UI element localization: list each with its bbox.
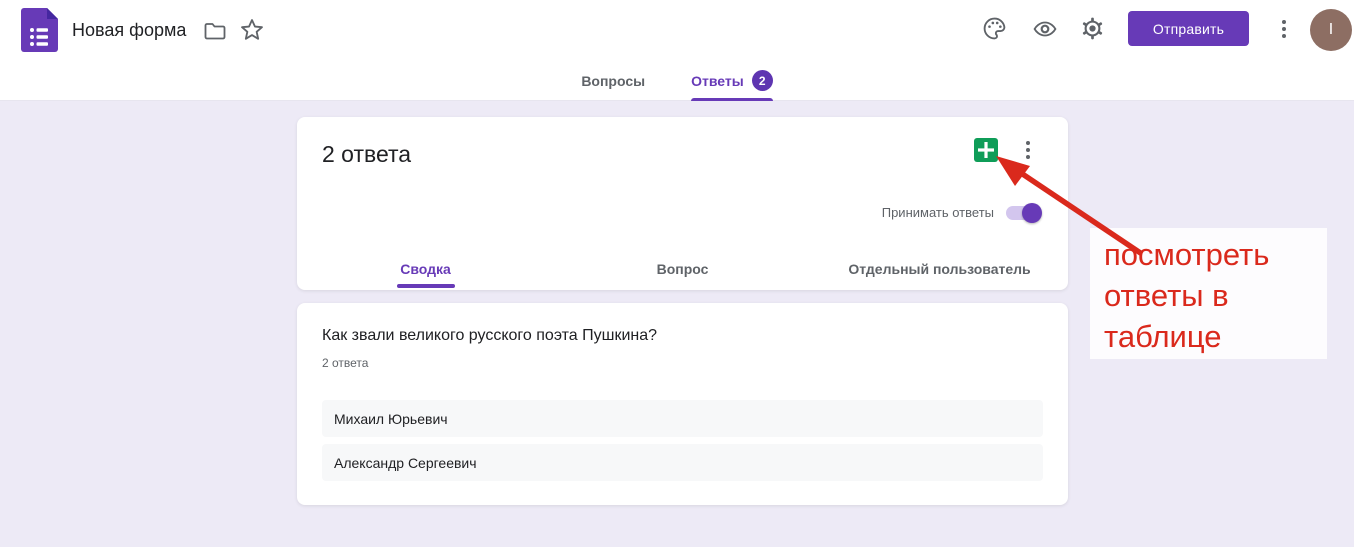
subtab-individual-label: Отдельный пользователь bbox=[848, 261, 1030, 277]
responses-subtabs: Сводка Вопрос Отдельный пользователь bbox=[297, 248, 1068, 290]
move-to-folder-icon[interactable] bbox=[203, 19, 227, 43]
accept-responses-label: Принимать ответы bbox=[882, 205, 994, 220]
tab-questions-label: Вопросы bbox=[581, 73, 645, 89]
avatar-letter: I bbox=[1329, 21, 1333, 39]
tab-questions[interactable]: Вопросы bbox=[581, 60, 645, 101]
responses-count-title: 2 ответа bbox=[322, 141, 411, 168]
toggle-knob bbox=[1022, 203, 1042, 223]
question-results-card: Как звали великого русского поэта Пушкин… bbox=[297, 303, 1068, 505]
answers-list: Михаил Юрьевич Александр Сергеевич bbox=[322, 400, 1043, 481]
favorite-star-icon[interactable] bbox=[239, 17, 263, 41]
accept-responses-row: Принимать ответы bbox=[882, 205, 1040, 220]
tab-answers[interactable]: Ответы 2 bbox=[691, 60, 773, 101]
customize-theme-palette-icon[interactable] bbox=[982, 16, 1006, 40]
active-tab-indicator bbox=[691, 98, 773, 101]
answer-text: Михаил Юрьевич bbox=[334, 411, 448, 427]
annotation-note: посмотреть ответы в таблице bbox=[1090, 228, 1327, 359]
preview-eye-icon[interactable] bbox=[1032, 17, 1056, 41]
question-title: Как звали великого русского поэта Пушкин… bbox=[322, 327, 657, 345]
accept-responses-toggle[interactable] bbox=[1006, 206, 1040, 220]
tab-answers-label: Ответы bbox=[691, 73, 744, 89]
subtab-summary[interactable]: Сводка bbox=[297, 248, 554, 290]
subtab-question-label: Вопрос bbox=[657, 261, 709, 277]
subtab-individual[interactable]: Отдельный пользователь bbox=[811, 248, 1068, 290]
form-title[interactable]: Новая форма bbox=[72, 0, 186, 60]
answer-row: Михаил Юрьевич bbox=[322, 400, 1043, 437]
annotation-line: посмотреть bbox=[1104, 234, 1327, 275]
top-app-bar: Новая форма bbox=[0, 0, 1354, 60]
responses-summary-card: 2 ответа Принимать ответы Сводка Вопрос … bbox=[297, 117, 1068, 290]
answer-row: Александр Сергеевич bbox=[322, 444, 1043, 481]
subtab-summary-label: Сводка bbox=[400, 261, 451, 277]
subtab-active-indicator bbox=[397, 284, 455, 288]
responses-more-options-icon[interactable] bbox=[1019, 138, 1037, 162]
more-options-icon[interactable] bbox=[1275, 17, 1293, 41]
answer-text: Александр Сергеевич bbox=[334, 455, 477, 471]
settings-gear-icon[interactable] bbox=[1080, 16, 1104, 40]
account-avatar[interactable]: I bbox=[1310, 9, 1352, 51]
question-responses-count: 2 ответа bbox=[322, 356, 368, 370]
create-spreadsheet-icon[interactable] bbox=[973, 137, 999, 163]
annotation-line: ответы в bbox=[1104, 275, 1327, 316]
answers-count-badge: 2 bbox=[752, 70, 773, 91]
subtab-question[interactable]: Вопрос bbox=[554, 248, 811, 290]
form-nav-tabs: Вопросы Ответы 2 bbox=[0, 60, 1354, 101]
send-button[interactable]: Отправить bbox=[1128, 11, 1249, 46]
google-forms-logo-icon[interactable] bbox=[21, 8, 58, 52]
annotation-line: таблице bbox=[1104, 316, 1327, 357]
